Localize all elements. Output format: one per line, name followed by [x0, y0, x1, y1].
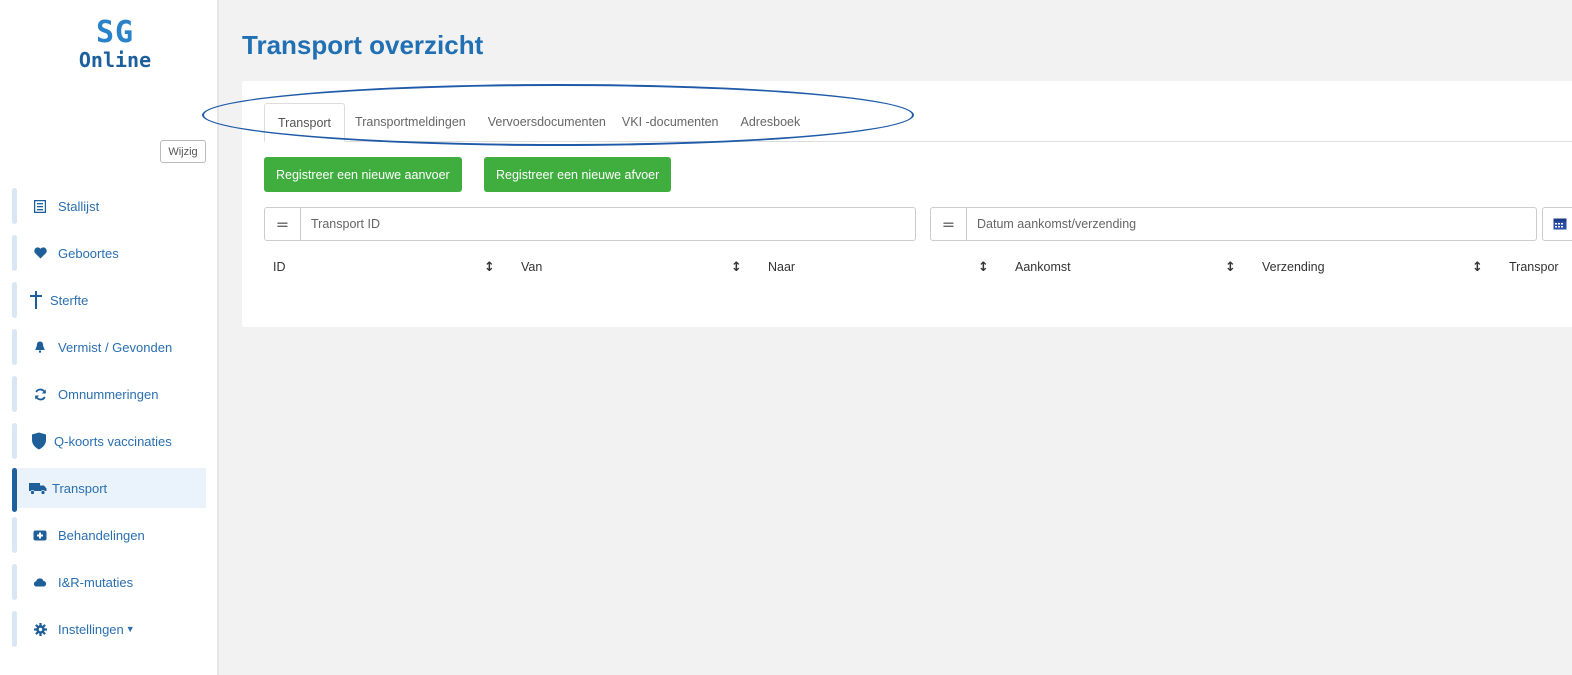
transport-card: Transport Transportmeldingen Vervoersdoc…	[242, 81, 1572, 327]
app-logo[interactable]: SG Online	[0, 15, 230, 72]
calendar-button[interactable]	[1542, 207, 1572, 241]
sidebar-item-label: I&R-mutaties	[58, 574, 134, 590]
sidebar-item-label: Omnummeringen	[58, 386, 159, 402]
sidebar-item-omnummeringen[interactable]: Omnummeringen	[12, 374, 206, 414]
column-header-id[interactable]: ID	[273, 257, 286, 277]
sort-icon[interactable]: ↕	[484, 257, 495, 277]
date-filter: =	[930, 207, 1537, 241]
truck-icon	[28, 480, 48, 496]
register-arrival-button[interactable]: Registreer een nieuwe aanvoer	[264, 157, 462, 192]
sidebar-item-q-koorts-vaccinaties[interactable]: Q-koorts vaccinaties	[12, 421, 206, 461]
tab-vki-documenten[interactable]: VKI -documenten	[614, 102, 727, 141]
column-header-van[interactable]: Van	[521, 257, 542, 277]
equals-operator[interactable]: =	[265, 208, 301, 240]
sidebar-item-label: Geboortes	[58, 245, 119, 261]
page-title: Transport overzicht	[242, 30, 484, 60]
sidebar-item-stallijst[interactable]: Stallijst	[12, 186, 206, 226]
sidebar-item-label: Q-koorts vaccinaties	[54, 433, 172, 449]
sidebar-item-transport[interactable]: Transport	[12, 468, 206, 512]
sort-icon[interactable]: ↕	[1225, 257, 1236, 277]
tab-vervoersdocumenten[interactable]: Vervoersdocumenten	[474, 102, 614, 141]
sort-icon[interactable]: ↕	[978, 257, 989, 277]
logo-line1: SG	[95, 15, 135, 50]
column-header-aankomst[interactable]: Aankomst	[1015, 257, 1071, 277]
heart-icon	[32, 245, 48, 261]
column-header-naar[interactable]: Naar	[768, 257, 795, 277]
medicine-icon	[32, 527, 48, 543]
refresh-icon	[32, 386, 48, 402]
shield-icon	[30, 432, 48, 450]
sidebar-nav: Stallijst Geboortes Sterfte Vermist / Ge…	[12, 186, 206, 656]
bell-icon	[32, 339, 48, 355]
equals-operator[interactable]: =	[931, 208, 967, 240]
logo-line2: Online	[78, 48, 152, 72]
edit-button[interactable]: Wijzig	[160, 140, 206, 163]
sidebar-item-label: Vermist / Gevonden	[58, 339, 173, 355]
date-input[interactable]	[967, 208, 1536, 240]
sidebar-item-label: Instellingen	[58, 621, 124, 637]
transport-id-input[interactable]	[301, 208, 915, 240]
list-icon	[32, 198, 48, 214]
sidebar-item-behandelingen[interactable]: Behandelingen	[12, 515, 206, 555]
tab-adresboek[interactable]: Adresboek	[726, 102, 808, 141]
register-departure-button[interactable]: Registreer een nieuwe afvoer	[484, 157, 672, 192]
sidebar-item-sterfte[interactable]: Sterfte	[12, 280, 206, 320]
sidebar-item-label: Behandelingen	[58, 527, 145, 543]
sidebar-item-vermist-gevonden[interactable]: Vermist / Gevonden	[12, 327, 206, 367]
sidebar-item-label: Stallijst	[58, 198, 100, 214]
transport-id-filter: =	[264, 207, 916, 241]
sidebar: SG Online Wijzig Stallijst Geboortes Ste…	[0, 0, 219, 675]
tab-bar: Transport Transportmeldingen Vervoersdoc…	[264, 103, 1572, 142]
sidebar-item-geboortes[interactable]: Geboortes	[12, 233, 206, 273]
sidebar-item-ir-mutaties[interactable]: I&R-mutaties	[12, 562, 206, 602]
column-header-transport[interactable]: Transpor	[1509, 257, 1559, 277]
tab-transportmeldingen[interactable]: Transportmeldingen	[345, 102, 474, 141]
gear-icon	[32, 621, 48, 637]
sidebar-item-label: Sterfte	[50, 292, 89, 308]
sort-icon[interactable]: ↕	[1472, 257, 1483, 277]
calendar-icon	[1553, 215, 1567, 234]
cloud-icon	[32, 574, 48, 590]
chevron-down-icon: ▼	[125, 624, 135, 634]
sort-icon[interactable]: ↕	[731, 257, 742, 277]
tab-transport[interactable]: Transport	[264, 103, 346, 142]
sidebar-item-label: Transport	[52, 480, 108, 496]
cross-icon	[28, 291, 44, 309]
sidebar-item-instellingen[interactable]: Instellingen ▼	[12, 609, 206, 649]
column-header-verzending[interactable]: Verzending	[1262, 257, 1325, 277]
